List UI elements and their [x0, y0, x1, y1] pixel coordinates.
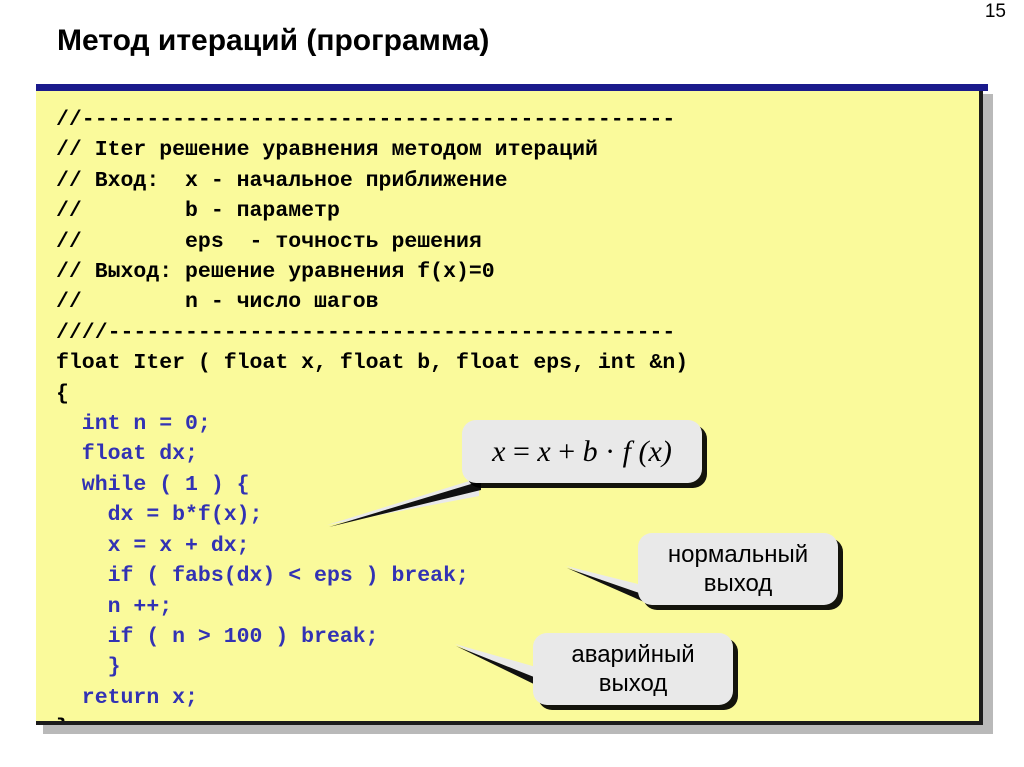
code-line: {	[56, 381, 69, 406]
iteration-formula: x = x + b · f (x)	[492, 434, 672, 468]
code-panel: //--------------------------------------…	[36, 91, 983, 725]
code-line: ////------------------------------------…	[56, 320, 676, 345]
callout-formula: x = x + b · f (x)	[327, 420, 702, 527]
callout-normal-exit-bubble: нормальный выход	[638, 533, 838, 605]
code-line: // b - параметр	[56, 199, 340, 224]
code-line: // Вход: x - начальное приближение	[56, 168, 508, 193]
callout-normal-exit-text: нормальный выход	[667, 541, 809, 597]
callout-formula-bubble: x = x + b · f (x)	[462, 420, 702, 483]
code-line: dx = b*f(x);	[56, 503, 263, 528]
code-panel-top-border	[36, 84, 988, 91]
code-line: float Iter ( float x, float b, float eps…	[56, 351, 689, 376]
code-line: // n - число шагов	[56, 290, 379, 315]
code-line: n ++;	[56, 594, 173, 619]
code-line: // Iter решение уравнения методом итерац…	[56, 138, 598, 163]
code-line: // Выход: решение уравнения f(x)=0	[56, 260, 495, 285]
slide-number: 15	[984, 1, 1006, 22]
code-line: }	[56, 655, 121, 680]
code-line: int n = 0;	[56, 412, 211, 437]
source-code-listing: //--------------------------------------…	[56, 105, 689, 721]
callout-normal-exit: нормальный выход	[566, 533, 838, 605]
callout-emergency-exit-text: аварийный выход	[571, 641, 695, 697]
code-line: while ( 1 ) {	[56, 472, 250, 497]
code-panel-container: //--------------------------------------…	[36, 84, 993, 734]
callout-emergency-exit-bubble: аварийный выход	[533, 633, 733, 705]
code-line: x = x + dx;	[56, 533, 250, 558]
code-line: //--------------------------------------…	[56, 108, 676, 132]
code-line: }	[56, 716, 69, 721]
code-line: return x;	[56, 685, 198, 710]
code-line: // eps - точность решения	[56, 229, 482, 254]
code-line: if ( n > 100 ) break;	[56, 624, 379, 649]
code-line: float dx;	[56, 442, 198, 467]
callout-emergency-exit: аварийный выход	[455, 633, 733, 705]
page-title: Метод итераций (программа)	[57, 24, 490, 57]
code-line: if ( fabs(dx) < eps ) break;	[56, 564, 469, 589]
